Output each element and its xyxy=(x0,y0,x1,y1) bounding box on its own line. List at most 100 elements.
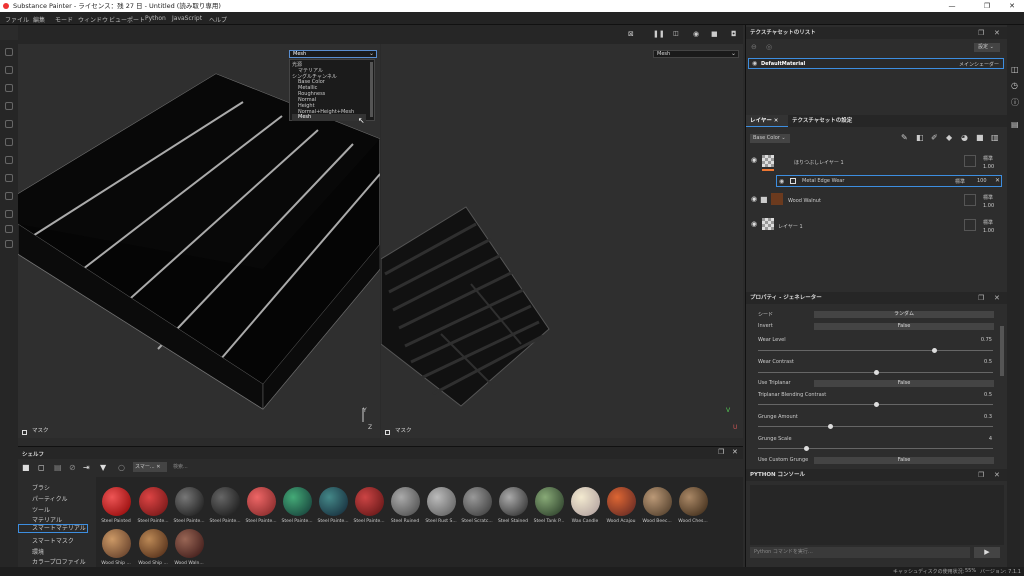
dropdown-scrollbar[interactable] xyxy=(370,62,373,117)
undock-icon[interactable]: ❐ xyxy=(978,292,984,304)
clone-tool-icon[interactable] xyxy=(5,138,13,146)
screenshot-icon[interactable]: ◘ xyxy=(731,30,737,38)
opacity-value[interactable]: 1.00 xyxy=(983,228,994,234)
wear-contrast-slider[interactable] xyxy=(758,370,993,375)
settings-tool-icon[interactable] xyxy=(5,192,13,200)
eye-icon[interactable]: ◉ xyxy=(751,220,757,228)
fill-layer-icon[interactable]: ◆ xyxy=(946,133,952,142)
picker-tool-icon[interactable] xyxy=(5,156,13,164)
menu-window[interactable]: ウィンドウ xyxy=(78,15,108,24)
wear-level-slider[interactable] xyxy=(758,348,993,353)
close-icon[interactable]: ✕ xyxy=(994,292,1000,304)
material-thumbnail[interactable] xyxy=(175,487,204,516)
category-item[interactable]: ツール xyxy=(32,505,50,514)
material-thumbnail[interactable] xyxy=(355,487,384,516)
shader-dropdown[interactable]: メインシェーダー xyxy=(959,61,999,68)
eye-icon[interactable]: ◎ xyxy=(766,43,772,51)
triplanar-blending-slider[interactable] xyxy=(758,402,993,407)
seed-button[interactable]: ランダム xyxy=(814,311,994,318)
texture-set-item[interactable]: ◉ DefaultMaterial メインシェーダー xyxy=(748,58,1004,69)
layers-panel-icon[interactable]: ◫ xyxy=(1011,65,1019,74)
eye-icon[interactable]: ◉ xyxy=(751,195,757,203)
link-icon[interactable]: ⊖ xyxy=(751,43,757,51)
channel-dropdown-right[interactable]: Mesh ⌄ xyxy=(653,50,739,58)
paint-layer-icon[interactable]: ✐ xyxy=(931,133,938,142)
opacity-value[interactable]: 100 xyxy=(977,178,987,184)
blend-mode[interactable]: 標準 xyxy=(983,194,993,201)
wear-contrast-value[interactable]: 0.5 xyxy=(984,359,992,365)
tab-texture-set-settings[interactable]: テクスチャセットの設定 xyxy=(792,115,852,127)
smudge-tool-icon[interactable] xyxy=(5,120,13,128)
eye-icon[interactable]: ◉ xyxy=(752,60,757,67)
grunge-amount-slider[interactable] xyxy=(758,424,993,429)
slider-knob[interactable] xyxy=(828,424,833,429)
material-thumbnail[interactable] xyxy=(463,487,492,516)
log-icon[interactable]: ▤ xyxy=(1011,120,1019,129)
projection-tool-icon[interactable] xyxy=(5,84,13,92)
invert-toggle[interactable]: False xyxy=(814,323,994,330)
layer-row[interactable]: ◉ レイヤー 1 標準 1.00 xyxy=(746,214,1008,238)
menu-python[interactable]: Python xyxy=(145,15,166,22)
slider-knob[interactable] xyxy=(874,402,879,407)
material-thumbnail[interactable] xyxy=(319,487,348,516)
close-icon[interactable]: ✕ xyxy=(994,469,1000,481)
trash-icon[interactable]: ▥ xyxy=(991,133,999,142)
category-item[interactable]: パーティクル xyxy=(32,494,67,503)
close-icon[interactable]: ✕ xyxy=(994,27,1000,39)
material-thumbnail[interactable] xyxy=(175,529,204,558)
polygon-fill-icon[interactable] xyxy=(5,102,13,110)
material-thumbnail[interactable] xyxy=(139,487,168,516)
paint-tool-icon[interactable] xyxy=(5,48,13,56)
texture-settings-button[interactable]: 設定 ⌄ xyxy=(974,43,1000,52)
effects-icon[interactable]: ✎ xyxy=(901,133,908,142)
material-thumbnail[interactable] xyxy=(427,487,456,516)
filter-icon[interactable]: ▼ xyxy=(100,463,106,472)
tab-layers[interactable]: レイヤー ✕ xyxy=(746,115,788,127)
layer-row[interactable]: ◉ ほりつぶしレイヤー 1 標準 1.00 xyxy=(746,150,1008,174)
new-tab-icon[interactable]: ◻ xyxy=(38,463,45,472)
category-item[interactable]: 環境 xyxy=(32,547,44,556)
info-icon[interactable]: ⓘ xyxy=(1011,97,1019,108)
material-thumbnail[interactable] xyxy=(211,487,240,516)
close-icon[interactable]: ✕ xyxy=(156,464,160,470)
undock-icon[interactable]: ❐ xyxy=(718,448,724,456)
blend-mode[interactable]: 標準 xyxy=(983,155,993,162)
material-thumbnail[interactable] xyxy=(499,487,528,516)
run-button[interactable]: ▶ xyxy=(974,547,1000,558)
menu-edit[interactable]: 編集 xyxy=(33,15,45,24)
eraser-tool-icon[interactable] xyxy=(5,66,13,74)
layer-effect-row[interactable]: ◉ Metal Edge Wear 標準 100 ✕ xyxy=(776,175,1002,187)
use-custom-grunge-toggle[interactable]: False xyxy=(814,457,994,464)
mask-checkbox[interactable] xyxy=(385,430,390,435)
channel-select[interactable]: Base Color ⌄ xyxy=(750,134,790,143)
import-icon[interactable]: ⇥ xyxy=(83,463,90,472)
dropdown-option-selected[interactable]: Mesh xyxy=(292,114,366,121)
properties-scrollbar[interactable] xyxy=(1000,326,1004,376)
material-thumbnail[interactable] xyxy=(571,487,600,516)
material-thumbnail[interactable] xyxy=(283,487,312,516)
opacity-value[interactable]: 1.00 xyxy=(983,203,994,209)
category-item[interactable]: マテリアル xyxy=(32,515,62,524)
category-item[interactable]: ブラシ xyxy=(32,483,50,492)
history-icon[interactable]: ◷ xyxy=(1011,81,1018,90)
hide-icon[interactable]: ⊘ xyxy=(69,463,76,472)
pause-icon[interactable]: ❚❚ xyxy=(653,30,665,38)
python-command-input[interactable]: Python コマンドを実行… xyxy=(750,547,970,558)
camera-sync-icon[interactable]: ⊠ xyxy=(628,30,634,38)
blend-mode[interactable]: 標準 xyxy=(983,219,993,226)
minimize-button[interactable]: — xyxy=(940,0,964,12)
slider-knob[interactable] xyxy=(932,348,937,353)
slider-knob[interactable] xyxy=(804,446,809,451)
material-thumbnail[interactable] xyxy=(607,487,636,516)
display-mode-icon[interactable]: ◉ xyxy=(693,30,699,38)
eye-icon[interactable]: ◉ xyxy=(779,178,784,185)
grunge-scale-slider[interactable] xyxy=(758,446,993,451)
material-thumbnail[interactable] xyxy=(679,487,708,516)
material-thumbnail[interactable] xyxy=(102,487,131,516)
use-triplanar-toggle[interactable]: False xyxy=(814,380,994,387)
menu-mode[interactable]: モード xyxy=(55,15,73,24)
category-item-selected[interactable]: スマートマテリアル xyxy=(18,524,88,533)
split-view-icon[interactable]: ◫ xyxy=(673,30,679,37)
slider-knob[interactable] xyxy=(874,370,879,375)
export-tool-icon[interactable] xyxy=(5,240,13,248)
